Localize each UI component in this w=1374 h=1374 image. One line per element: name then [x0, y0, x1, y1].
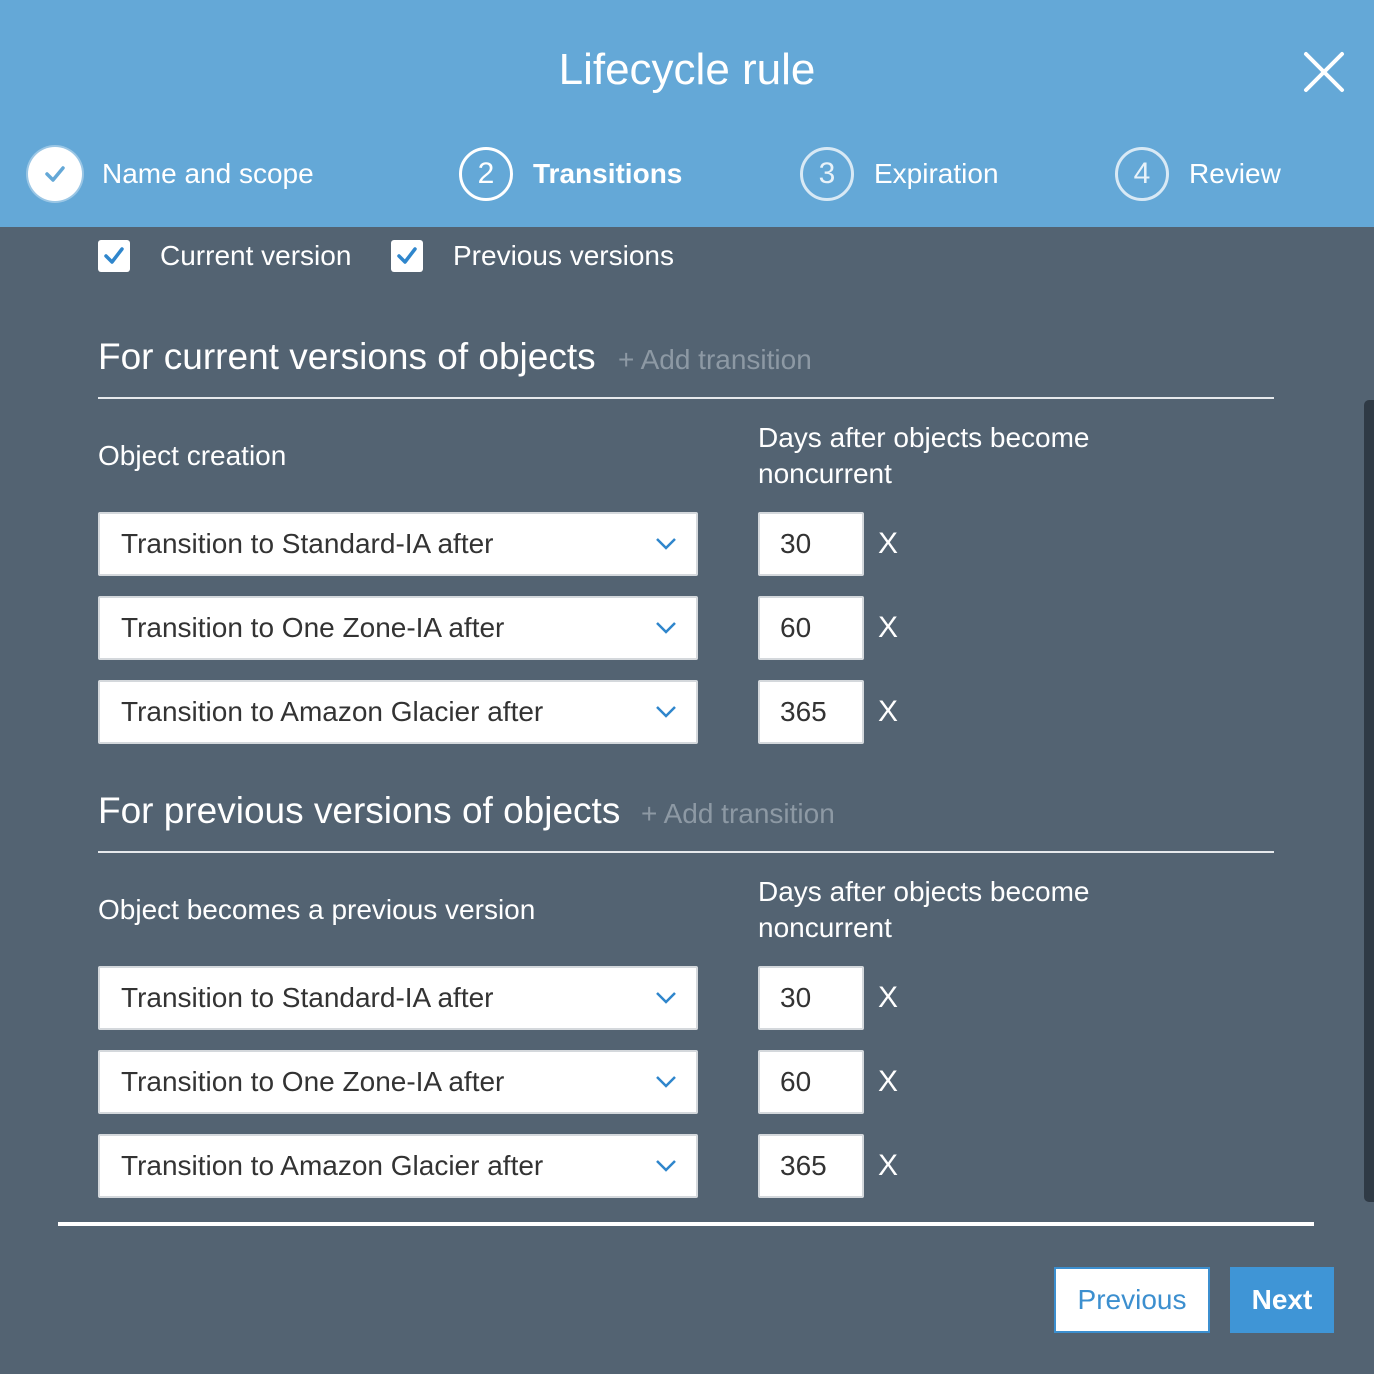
- divider: [98, 397, 1274, 399]
- chevron-down-icon: [656, 706, 676, 718]
- storage-class-select[interactable]: Transition to One Zone-IA after: [98, 1050, 698, 1114]
- select-value: Transition to Amazon Glacier after: [121, 696, 544, 727]
- remove-transition-button[interactable]: X: [878, 1134, 898, 1198]
- previous-versions-label: Previous versions: [453, 240, 674, 271]
- remove-transition-button[interactable]: X: [878, 1050, 898, 1114]
- checkmark-icon: [104, 247, 124, 264]
- chevron-down-icon: [656, 1076, 676, 1088]
- checkmark-icon: [397, 247, 417, 264]
- days-input[interactable]: 365: [758, 1134, 864, 1198]
- select-value: Transition to One Zone-IA after: [121, 612, 505, 643]
- current-version-checkbox[interactable]: [98, 240, 130, 272]
- current-version-option: Current version: [98, 240, 351, 272]
- check-icon: [28, 147, 82, 201]
- step-label: Review: [1189, 158, 1281, 189]
- step-review[interactable]: 4 Review: [1115, 146, 1281, 202]
- step-label: Transitions: [533, 158, 683, 189]
- days-input[interactable]: 60: [758, 596, 864, 660]
- step-transitions[interactable]: 2 Transitions: [459, 146, 682, 202]
- days-noncurrent-label: Days after objects become noncurrent: [758, 876, 1090, 943]
- step-label: Expiration: [874, 158, 999, 189]
- object-creation-label: Object creation: [98, 440, 287, 471]
- step-name-and-scope[interactable]: Name and scope: [28, 146, 314, 202]
- add-transition-previous-link[interactable]: + Add transition: [641, 798, 835, 830]
- step-number-badge: 3: [800, 147, 854, 201]
- select-value: Transition to Amazon Glacier after: [121, 1150, 544, 1181]
- remove-transition-button[interactable]: X: [878, 512, 898, 576]
- step-number-badge: 4: [1115, 147, 1169, 201]
- chevron-down-icon: [656, 1160, 676, 1172]
- days-input[interactable]: 60: [758, 1050, 864, 1114]
- select-value: Transition to Standard-IA after: [121, 528, 494, 559]
- storage-class-select[interactable]: Transition to One Zone-IA after: [98, 596, 698, 660]
- close-icon[interactable]: [1298, 46, 1350, 98]
- scrollbar[interactable]: [1364, 400, 1374, 1202]
- chevron-down-icon: [656, 992, 676, 1004]
- days-input[interactable]: 30: [758, 512, 864, 576]
- previous-button[interactable]: Previous: [1054, 1267, 1210, 1333]
- current-versions-heading: For current versions of objects: [98, 336, 596, 377]
- footer-divider: [58, 1222, 1314, 1226]
- days-input[interactable]: 365: [758, 680, 864, 744]
- lifecycle-rule-dialog: Lifecycle rule Name and scope 2 Transiti…: [0, 0, 1374, 1374]
- current-version-label: Current version: [160, 240, 352, 271]
- previous-versions-checkbox[interactable]: [391, 240, 423, 272]
- chevron-down-icon: [656, 538, 676, 550]
- previous-versions-heading: For previous versions of objects: [98, 790, 621, 831]
- storage-class-select[interactable]: Transition to Amazon Glacier after: [98, 1134, 698, 1198]
- step-label: Name and scope: [102, 158, 314, 189]
- days-noncurrent-label: Days after objects become noncurrent: [758, 422, 1090, 489]
- divider: [98, 851, 1274, 853]
- chevron-down-icon: [656, 622, 676, 634]
- storage-class-select[interactable]: Transition to Standard-IA after: [98, 966, 698, 1030]
- select-value: Transition to One Zone-IA after: [121, 1066, 505, 1097]
- previous-versions-option: Previous versions: [391, 240, 674, 272]
- add-transition-current-link[interactable]: + Add transition: [618, 344, 812, 376]
- dialog-header: Lifecycle rule Name and scope 2 Transiti…: [0, 0, 1374, 227]
- remove-transition-button[interactable]: X: [878, 680, 898, 744]
- days-input[interactable]: 30: [758, 966, 864, 1030]
- step-expiration[interactable]: 3 Expiration: [800, 146, 999, 202]
- remove-transition-button[interactable]: X: [878, 596, 898, 660]
- remove-transition-button[interactable]: X: [878, 966, 898, 1030]
- step-number-badge: 2: [459, 147, 513, 201]
- next-button[interactable]: Next: [1230, 1267, 1334, 1333]
- storage-class-select[interactable]: Transition to Standard-IA after: [98, 512, 698, 576]
- dialog-title: Lifecycle rule: [558, 45, 816, 94]
- select-value: Transition to Standard-IA after: [121, 982, 494, 1013]
- storage-class-select[interactable]: Transition to Amazon Glacier after: [98, 680, 698, 744]
- previous-version-label: Object becomes a previous version: [98, 894, 536, 925]
